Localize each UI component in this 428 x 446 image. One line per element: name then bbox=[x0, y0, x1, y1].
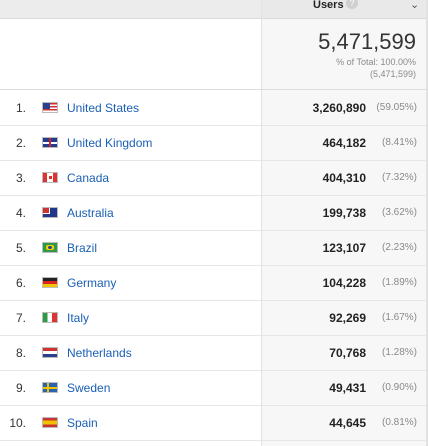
us-flag-icon bbox=[42, 102, 58, 113]
country-link[interactable]: Netherlands bbox=[67, 346, 132, 360]
users-value: 199,738 bbox=[322, 206, 366, 220]
table-row: 8. Netherlands 70,768 (1.28%) bbox=[0, 335, 426, 371]
users-percent: (3.62%) bbox=[381, 207, 417, 218]
country-link[interactable]: Germany bbox=[67, 276, 116, 290]
users-value: 404,310 bbox=[322, 171, 366, 185]
users-percent: (0.81%) bbox=[381, 417, 417, 428]
spain-flag-icon bbox=[42, 417, 58, 428]
users-value: 3,260,890 bbox=[312, 101, 366, 115]
row-index: 8. bbox=[15, 346, 26, 360]
users-value: 49,431 bbox=[329, 381, 366, 395]
row-index: 6. bbox=[15, 276, 26, 290]
users-percent: (1.67%) bbox=[381, 312, 417, 323]
row-index: 9. bbox=[15, 381, 26, 395]
users-value: 123,107 bbox=[322, 241, 366, 255]
canada-flag-icon bbox=[42, 172, 58, 183]
table-row: 1. United States 3,260,890 (59.05%) bbox=[0, 90, 426, 126]
country-link[interactable]: United Kingdom bbox=[67, 136, 152, 150]
percent-of-total-sub: (5,471,599) bbox=[369, 69, 416, 79]
table-row: 5. Brazil 123,107 (2.23%) bbox=[0, 230, 426, 266]
percent-of-total: % of Total: 100.00% bbox=[336, 57, 416, 67]
brazil-flag-icon bbox=[42, 242, 58, 253]
italy-flag-icon bbox=[42, 312, 58, 323]
table-row: 7. Italy 92,269 (1.67%) bbox=[0, 300, 426, 336]
metric-header-label[interactable]: Users bbox=[313, 0, 344, 11]
netherlands-flag-icon bbox=[42, 347, 58, 358]
country-link[interactable]: Brazil bbox=[67, 241, 97, 255]
row-index: 10. bbox=[9, 416, 26, 430]
table-row: 6. Germany 104,228 (1.89%) bbox=[0, 265, 426, 301]
country-link[interactable]: Spain bbox=[67, 416, 98, 430]
dimension-header bbox=[0, 0, 261, 19]
row-index: 7. bbox=[15, 311, 26, 325]
country-link[interactable]: United States bbox=[67, 101, 139, 115]
table-row: 3. Canada 404,310 (7.32%) bbox=[0, 160, 426, 196]
users-percent: (1.89%) bbox=[381, 277, 417, 288]
country-link[interactable]: Sweden bbox=[67, 381, 110, 395]
users-percent: (7.32%) bbox=[381, 172, 417, 183]
table-row: 9. Sweden 49,431 (0.90%) bbox=[0, 370, 426, 406]
users-value: 70,768 bbox=[329, 346, 366, 360]
users-percent: (0.90%) bbox=[381, 382, 417, 393]
row-index: 5. bbox=[15, 241, 26, 255]
table-row: 10. Spain 44,645 (0.81%) bbox=[0, 405, 426, 441]
row-index: 4. bbox=[15, 206, 26, 220]
total-users: 5,471,599 bbox=[318, 29, 416, 54]
users-by-country-table: Users ? ⌄ 5,471,599 % of Total: 100.00% … bbox=[0, 0, 428, 446]
country-link[interactable]: Australia bbox=[67, 206, 114, 220]
table-row: 4. Australia 199,738 (3.62%) bbox=[0, 195, 426, 231]
metric-header[interactable] bbox=[262, 0, 426, 19]
country-link[interactable]: Italy bbox=[67, 311, 89, 325]
australia-flag-icon bbox=[42, 207, 58, 218]
row-index: 3. bbox=[15, 171, 26, 185]
row-index: 2. bbox=[15, 136, 26, 150]
users-percent: (1.28%) bbox=[381, 347, 417, 358]
country-link[interactable]: Canada bbox=[67, 171, 109, 185]
users-value: 464,182 bbox=[322, 136, 366, 150]
germany-flag-icon bbox=[42, 277, 58, 288]
users-percent: (2.23%) bbox=[381, 242, 417, 253]
users-value: 44,645 bbox=[329, 416, 366, 430]
chevron-down-icon[interactable]: ⌄ bbox=[410, 0, 419, 11]
users-percent: (59.05%) bbox=[376, 102, 417, 113]
users-value: 92,269 bbox=[329, 311, 366, 325]
row-index: 1. bbox=[15, 101, 26, 115]
users-percent: (8.41%) bbox=[381, 137, 417, 148]
uk-flag-icon bbox=[42, 137, 58, 148]
table-row: 2. United Kingdom 464,182 (8.41%) bbox=[0, 125, 426, 161]
sweden-flag-icon bbox=[42, 382, 58, 393]
users-value: 104,228 bbox=[322, 276, 366, 290]
